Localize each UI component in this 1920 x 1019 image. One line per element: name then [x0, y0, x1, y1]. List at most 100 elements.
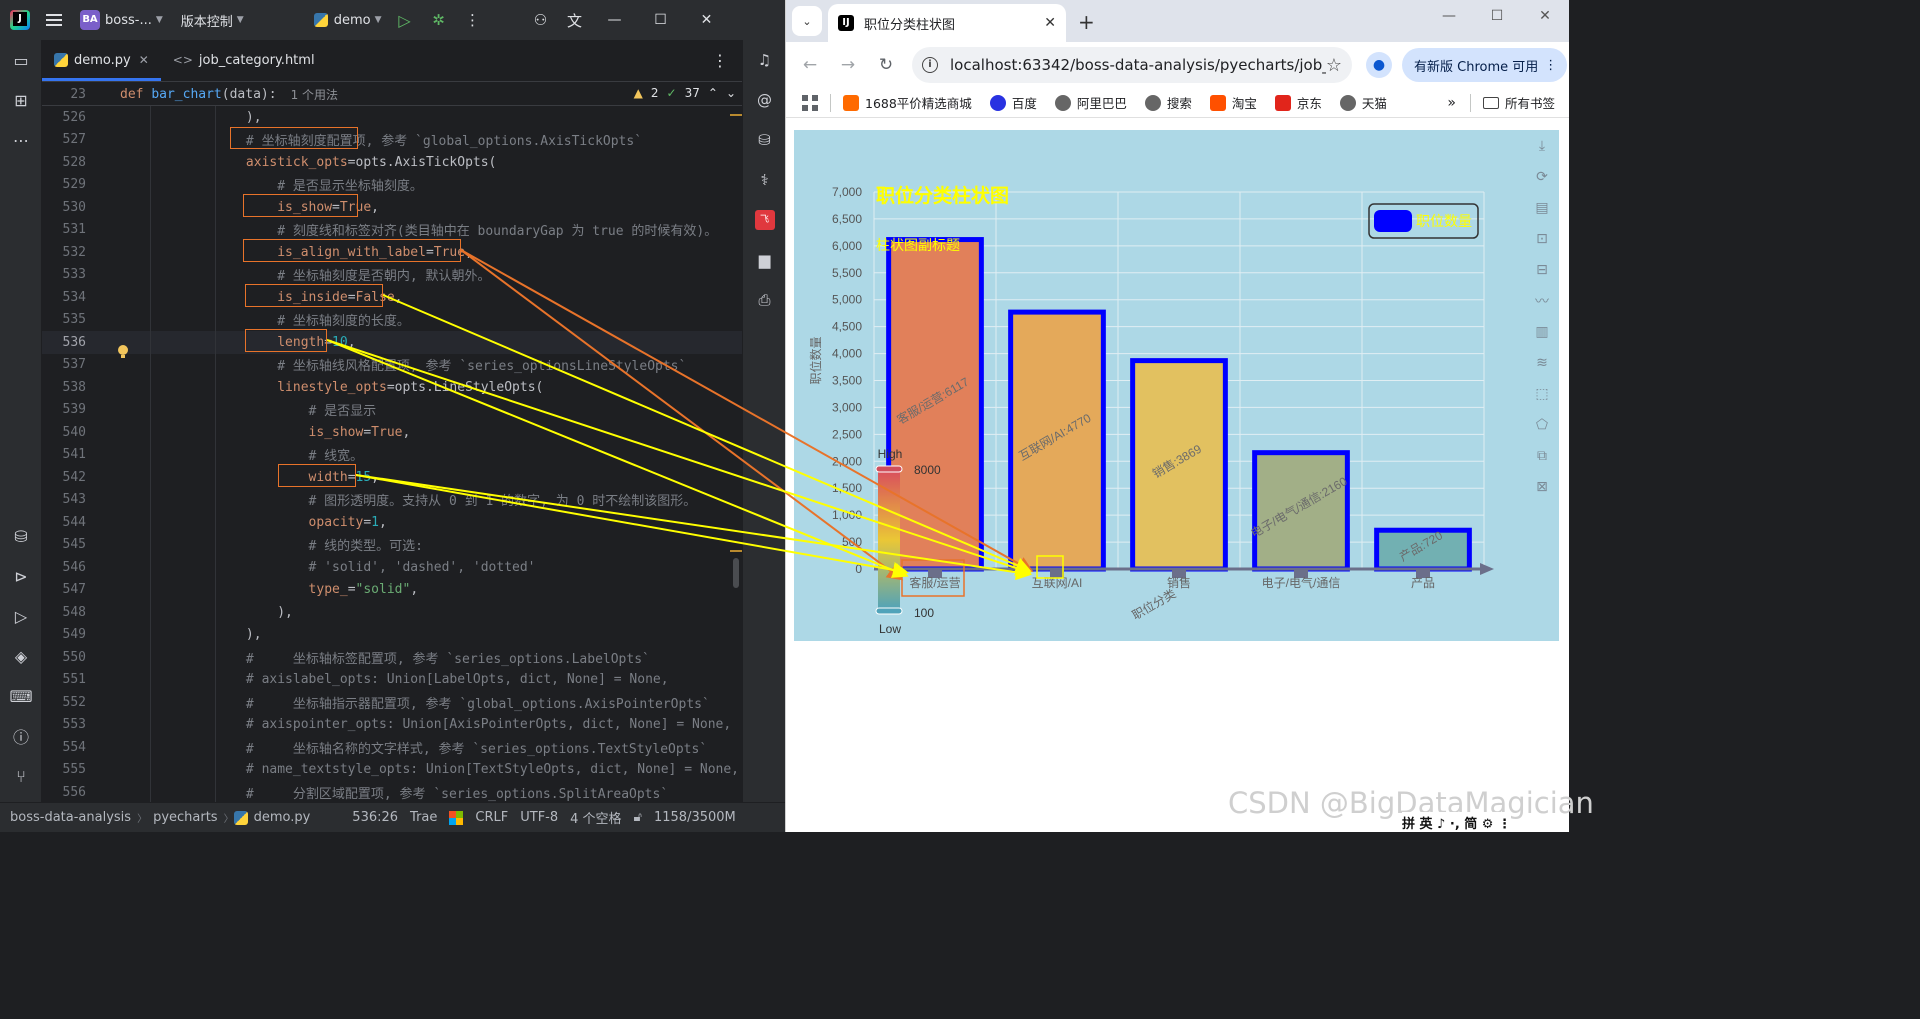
browser-tab[interactable]: IJ 职位分类柱状图 ✕: [828, 4, 1066, 42]
bookmark-search[interactable]: 搜索: [1144, 93, 1192, 112]
translate-icon[interactable]: 文: [558, 0, 592, 40]
code-line[interactable]: 538 linestyle_opts=opts.LineStyleOpts(: [42, 376, 742, 399]
bookmark-tmall[interactable]: 天猫: [1339, 93, 1387, 112]
vcs-menu[interactable]: 版本控制 ▼: [175, 0, 250, 40]
code-line[interactable]: 548 ),: [42, 601, 742, 624]
more-vertical-icon[interactable]: ⋮: [456, 0, 490, 40]
site-info-icon[interactable]: i: [922, 57, 938, 73]
run-panel-icon[interactable]: ▷: [0, 596, 42, 636]
bookmark-star-icon[interactable]: ☆: [1326, 55, 1342, 76]
line-chart-icon[interactable]: 〰: [1526, 285, 1558, 316]
tab-job-category-html[interactable]: <> job_category.html: [161, 39, 327, 81]
bookmark-alibaba[interactable]: 阿里巴巴: [1054, 93, 1127, 112]
lock-icon[interactable]: 🔓︎: [628, 810, 648, 825]
database-icon[interactable]: ⛁: [743, 120, 786, 160]
tab-search-icon[interactable]: ⌄: [792, 6, 822, 36]
run-icon[interactable]: ▷: [388, 0, 422, 40]
feishu-plugin-icon[interactable]: 飞: [743, 200, 786, 240]
sticky-scroll-header[interactable]: 23 def bar_chart(data): 1 个用法 ▲ 2 ✓ 37 ⌃ ⌄: [42, 84, 742, 106]
status-project[interactable]: boss-data-analysis: [0, 810, 137, 825]
add-user-icon[interactable]: ⚇: [524, 0, 558, 40]
code-line[interactable]: 540 is_show=True,: [42, 421, 742, 444]
notifications-icon[interactable]: ♫: [743, 40, 786, 80]
code-line[interactable]: 552 # 坐标轴指示器配置项, 参考 `global_options.Axis…: [42, 691, 742, 714]
minimize-icon[interactable]: —: [1426, 8, 1472, 24]
code-line[interactable]: 547 type_="solid",: [42, 579, 742, 602]
project-folder-icon[interactable]: ▭: [0, 40, 42, 80]
problems-icon[interactable]: ⓘ: [0, 716, 42, 756]
forward-icon[interactable]: →: [830, 47, 866, 83]
minimize-icon[interactable]: —: [592, 0, 638, 40]
database-icon[interactable]: ⛁: [0, 516, 42, 556]
tabs-more-icon[interactable]: ⋮: [712, 51, 728, 70]
python-console-icon[interactable]: ⚕: [743, 160, 786, 200]
code-line[interactable]: 532 is_align_with_label=True,: [42, 241, 742, 264]
scroll-thumb[interactable]: [733, 558, 739, 588]
code-line[interactable]: 544 opacity=1,: [42, 511, 742, 534]
code-line[interactable]: 553 # axispointer_opts: Union[AxisPointe…: [42, 714, 742, 737]
zoom-back-icon[interactable]: ⊟: [1526, 254, 1558, 285]
coverage-icon[interactable]: ⎙: [743, 280, 786, 320]
status-folder[interactable]: pyecharts: [147, 810, 224, 825]
zoom-icon[interactable]: ⊡: [1526, 223, 1558, 254]
more-bookmarks-icon[interactable]: »: [1447, 95, 1456, 111]
code-line[interactable]: 533 # 坐标轴刻度是否朝内, 默认朝外。: [42, 264, 742, 287]
restore-icon[interactable]: ⟳: [1526, 161, 1558, 192]
memory-indicator[interactable]: 1158/3500M: [648, 810, 742, 825]
code-line[interactable]: 541 # 线宽。: [42, 444, 742, 467]
new-tab-icon[interactable]: +: [1078, 10, 1095, 34]
code-line[interactable]: 528 axistick_opts=opts.AxisTickOpts(: [42, 151, 742, 174]
maximize-icon[interactable]: ☐: [1474, 8, 1520, 24]
layers-icon[interactable]: ◈: [0, 636, 42, 676]
code-line[interactable]: 531 # 刻度线和标签对齐(类目轴中在 boundaryGap 为 true …: [42, 219, 742, 242]
keep-select-icon[interactable]: ⧉: [1526, 440, 1558, 471]
bookmark-icon[interactable]: ▆: [743, 240, 786, 280]
code-line[interactable]: 537 # 坐标轴线风格配置项, 参考 `series_optionsLineS…: [42, 354, 742, 377]
terminal-icon[interactable]: ⌨: [0, 676, 42, 716]
usage-hint[interactable]: 1 个用法: [291, 86, 338, 103]
status-file[interactable]: demo.py: [254, 810, 317, 825]
more-horizontal-icon[interactable]: ⋯: [0, 120, 42, 160]
trae-plugin[interactable]: Trae: [404, 810, 443, 825]
inspection-widget[interactable]: ▲ 2 ✓ 37 ⌃ ⌄: [634, 86, 736, 100]
code-line[interactable]: 549 ),: [42, 624, 742, 647]
code-line[interactable]: 526 ),: [42, 106, 742, 129]
ime-status-bar[interactable]: 拼 英 ♪ ·, 简 ⚙ ⋮: [1402, 812, 1511, 832]
apps-grid-icon[interactable]: [802, 94, 818, 111]
close-tab-icon[interactable]: ✕: [1044, 15, 1056, 31]
code-line[interactable]: 530 is_show=True,: [42, 196, 742, 219]
bookmark-jd[interactable]: 京东: [1274, 93, 1322, 112]
code-line[interactable]: 529 # 是否显示坐标轴刻度。: [42, 174, 742, 197]
chart-canvas[interactable]: 0 500 1,000 1,500 2,000 2,500 3,000 3,500 4,000 4…: [794, 130, 1559, 641]
code-line[interactable]: 527 # 坐标轴刻度配置项, 参考 `global_options.AxisT…: [42, 129, 742, 152]
tab-demo-py[interactable]: demo.py ✕: [42, 39, 161, 81]
code-line[interactable]: 535 # 坐标轴刻度的长度。: [42, 309, 742, 332]
code-line[interactable]: 545 # 线的类型。可选:: [42, 534, 742, 557]
caret-position[interactable]: 536:26: [346, 810, 404, 825]
save-image-icon[interactable]: ⤓: [1526, 130, 1558, 161]
code-line[interactable]: 543 # 图形透明度。支持从 0 到 1 的数字, 为 0 时不绘制该图形。: [42, 489, 742, 512]
all-bookmarks-folder[interactable]: 所有书签: [1482, 93, 1555, 112]
ai-assistant-icon[interactable]: @: [743, 80, 786, 120]
close-tab-icon[interactable]: ✕: [139, 53, 149, 67]
rect-select-icon[interactable]: ⬚: [1526, 378, 1558, 409]
maximize-icon[interactable]: ☐: [638, 0, 684, 40]
code-line[interactable]: 536 length=10,: [42, 331, 742, 359]
next-highlight-icon[interactable]: ⌄: [726, 86, 736, 100]
debug-icon[interactable]: ✲: [422, 0, 456, 40]
code-line[interactable]: 555 # name_textstyle_opts: Union[TextSty…: [42, 759, 742, 782]
address-bar[interactable]: i localhost:63342/boss-data-analysis/pye…: [912, 47, 1352, 83]
bar-chart-icon[interactable]: ▥: [1526, 316, 1558, 347]
main-menu-icon[interactable]: [46, 14, 62, 26]
bar-chart-svg[interactable]: 0 500 1,000 1,500 2,000 2,500 3,000 3,500 4,000 4…: [794, 130, 1559, 641]
close-icon[interactable]: ✕: [1522, 8, 1568, 24]
code-line[interactable]: 542 width=15,: [42, 466, 742, 489]
back-icon[interactable]: ←: [792, 47, 828, 83]
bookmark-1688[interactable]: 1688平价精选商城: [843, 93, 972, 112]
clear-select-icon[interactable]: ⊠: [1526, 471, 1558, 502]
windows-icon[interactable]: [449, 810, 464, 825]
git-icon[interactable]: ⑂: [0, 756, 42, 796]
reload-icon[interactable]: ↻: [868, 47, 904, 83]
code-line[interactable]: 546 # 'solid', 'dashed', 'dotted': [42, 556, 742, 579]
code-line[interactable]: 554 # 坐标轴名称的文字样式, 参考 `series_options.Tex…: [42, 736, 742, 759]
